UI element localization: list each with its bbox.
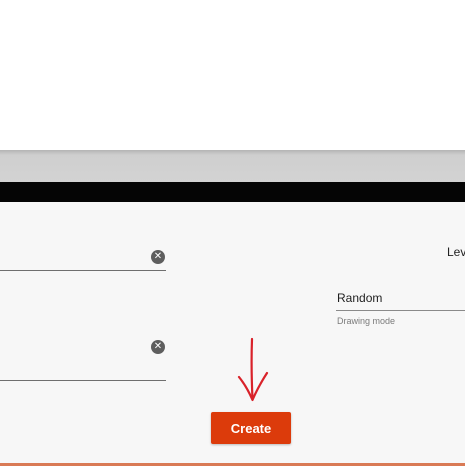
clear-icon[interactable]: ✕ (151, 250, 165, 264)
drawing-mode-select[interactable]: Random (337, 291, 382, 305)
text-field-2-underline[interactable] (0, 380, 166, 381)
app-window: ✕ ✕ Lev Random Drawing mode Create (0, 0, 465, 466)
down-arrow-annotation-icon (237, 337, 269, 402)
toolbar-shadow-band (0, 150, 465, 182)
clear-icon[interactable]: ✕ (151, 340, 165, 354)
level-label: Lev (447, 245, 465, 259)
blank-area (0, 0, 465, 150)
create-button[interactable]: Create (211, 412, 291, 444)
text-field-1-underline[interactable] (0, 270, 166, 271)
top-bar (0, 182, 465, 202)
drawing-mode-helper: Drawing mode (337, 316, 396, 326)
drawing-mode-underline (336, 310, 465, 311)
